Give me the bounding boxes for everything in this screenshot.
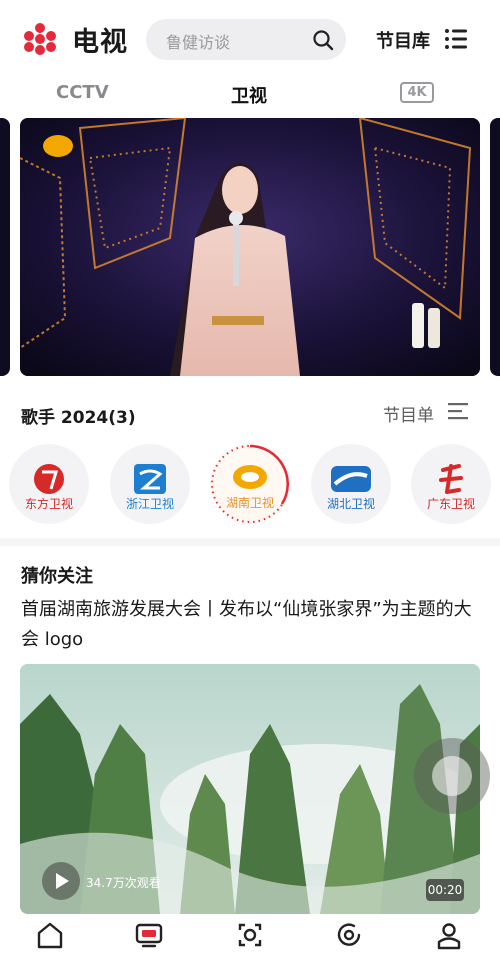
home-icon[interactable] — [35, 920, 65, 950]
tv-icon[interactable] — [134, 920, 164, 950]
hero-banner[interactable] — [20, 118, 480, 376]
program-library-button[interactable]: 节目库 — [376, 27, 430, 53]
bottom-navigation — [0, 914, 500, 953]
tab-4k[interactable]: 4K — [400, 82, 434, 103]
schedule-button[interactable]: 节目单 — [383, 401, 434, 426]
current-program-title: 歌手 2024(3) — [21, 408, 136, 428]
search-input[interactable]: 鲁健访谈 — [166, 29, 230, 53]
channel-tabs: CCTV 卫视 4K — [0, 78, 500, 112]
profile-icon[interactable] — [434, 920, 464, 950]
guangdong-tv-logo-icon: 广东卫视 — [427, 464, 475, 511]
channel-label: 浙江卫视 — [126, 496, 174, 511]
schedule-list-icon[interactable] — [446, 399, 470, 423]
app-title: 电视 — [72, 27, 128, 58]
channel-guangdong-tv[interactable]: 广东卫视 — [411, 444, 491, 524]
hero-image — [20, 118, 480, 376]
channel-carousel: 东方卫视 浙江卫视 湖南卫视 湖北卫视 广东卫视 — [0, 440, 500, 530]
channel-label: 湖南卫视 — [226, 495, 274, 510]
search-box[interactable]: 鲁健访谈 — [146, 19, 346, 60]
tab-cctv[interactable]: CCTV — [56, 82, 109, 103]
hubei-tv-logo-icon: 湖北卫视 — [327, 466, 375, 511]
live-icon[interactable] — [235, 920, 265, 950]
hunan-tv-logo-icon: 湖南卫视 — [211, 444, 289, 523]
replay-icon[interactable] — [334, 920, 364, 950]
video-duration: 00:20 — [426, 879, 464, 901]
carousel-prev-peek[interactable] — [0, 118, 10, 376]
view-count: 34.7万次观看 — [86, 876, 161, 890]
list-menu-icon[interactable] — [444, 27, 468, 51]
dragon-tv-logo-icon: 东方卫视 — [25, 464, 73, 511]
zhejiang-tv-logo-icon: 浙江卫视 — [126, 464, 174, 511]
play-button[interactable] — [42, 862, 80, 900]
channel-label: 东方卫视 — [25, 496, 73, 511]
carousel-next-peek[interactable] — [490, 118, 500, 376]
floating-assistive-button[interactable] — [414, 738, 490, 814]
top-bar: 电视 鲁健访谈 节目库 — [0, 0, 500, 78]
app-logo-icon — [24, 23, 56, 55]
channel-hubei-tv[interactable]: 湖北卫视 — [311, 444, 391, 524]
floating-button-core — [432, 756, 472, 796]
tab-satellite[interactable]: 卫视 — [231, 82, 267, 108]
channel-zhejiang-tv[interactable]: 浙江卫视 — [110, 444, 190, 524]
news-headline-link[interactable]: 首届湖南旅游发展大会丨发布以“仙境张家界”为主题的大会 logo — [21, 595, 483, 655]
channel-dragon-tv[interactable]: 东方卫视 — [9, 444, 89, 524]
channel-label: 广东卫视 — [427, 496, 475, 511]
search-icon[interactable] — [312, 29, 334, 51]
play-icon — [56, 873, 69, 889]
channel-label: 湖北卫视 — [327, 496, 375, 511]
channel-hunan-tv[interactable]: 湖南卫视 — [210, 444, 290, 524]
recommend-section-title: 猜你关注 — [21, 566, 93, 587]
section-divider — [0, 538, 500, 546]
